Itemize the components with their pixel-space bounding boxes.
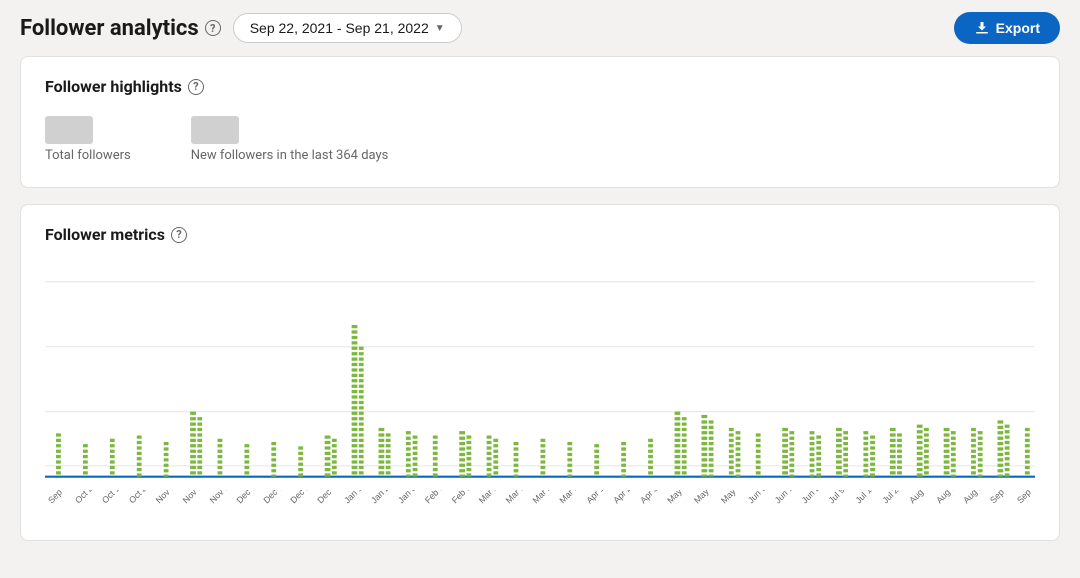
- chart-svg: [45, 260, 1035, 520]
- svg-text:Nov 21: Nov 21: [208, 490, 234, 505]
- highlights-card: Follower highlights ? Total followers Ne…: [20, 56, 1060, 188]
- svg-text:Dec 1: Dec 1: [235, 490, 258, 505]
- svg-text:Nov 1: Nov 1: [154, 490, 177, 505]
- svg-text:Apr 10: Apr 10: [584, 490, 609, 505]
- svg-text:Sep ...: Sep ...: [46, 490, 71, 505]
- svg-text:Oct 22: Oct 22: [127, 490, 152, 505]
- highlights-title: Follower highlights ?: [45, 77, 1035, 96]
- svg-text:May 10: May 10: [665, 490, 692, 505]
- svg-text:Mar 1: Mar 1: [477, 490, 500, 505]
- page-title: Follower analytics ?: [20, 16, 221, 41]
- date-range-button[interactable]: Sep 22, 2021 - Sep 21, 2022 ▼: [233, 13, 462, 43]
- page-header: Follower analytics ? Sep 22, 2021 - Sep …: [0, 0, 1080, 56]
- svg-text:Jun 19: Jun 19: [773, 490, 798, 505]
- follower-metrics-chart: .xl { font-family: -apple-system, BlinkM…: [45, 260, 1035, 520]
- x-axis-text: .xl { font-family: -apple-system, BlinkM…: [45, 490, 1035, 520]
- svg-text:Jan 10: Jan 10: [342, 490, 367, 505]
- export-button[interactable]: Export: [954, 12, 1060, 44]
- total-followers-item: Total followers: [45, 116, 131, 163]
- svg-text:Nov 11: Nov 11: [181, 490, 207, 505]
- svg-text:Oct 2: Oct 2: [73, 490, 95, 505]
- chevron-down-icon: ▼: [435, 23, 445, 34]
- svg-text:May 30: May 30: [719, 490, 746, 505]
- svg-text:Jul 9: Jul 9: [827, 490, 847, 505]
- new-followers-value: [191, 116, 239, 144]
- svg-text:Feb 19: Feb 19: [450, 490, 476, 505]
- metrics-title: Follower metrics ?: [45, 225, 1035, 244]
- svg-text:Apr 20: Apr 20: [611, 490, 636, 505]
- svg-text:Aug 18: Aug 18: [934, 490, 960, 505]
- highlights-help-icon[interactable]: ?: [188, 79, 204, 95]
- svg-text:Mar 21: Mar 21: [531, 490, 557, 505]
- svg-text:Feb 9: Feb 9: [423, 490, 446, 505]
- svg-text:Jan 30: Jan 30: [396, 490, 421, 505]
- svg-text:Dec 11: Dec 11: [261, 490, 287, 505]
- svg-text:May 20: May 20: [692, 490, 719, 505]
- x-axis-labels: .xl { font-family: -apple-system, BlinkM…: [45, 490, 1035, 520]
- svg-text:Apr 30: Apr 30: [638, 490, 663, 505]
- svg-text:Jan 20: Jan 20: [369, 490, 394, 505]
- svg-text:Jun 29: Jun 29: [800, 490, 825, 505]
- svg-text:Oct 12: Oct 12: [100, 490, 125, 505]
- svg-text:Jul 29: Jul 29: [880, 490, 903, 505]
- content-area: Follower highlights ? Total followers Ne…: [0, 56, 1080, 561]
- metrics-card: Follower metrics ?: [20, 204, 1060, 541]
- download-icon: [974, 20, 990, 36]
- svg-text:Mar 31: Mar 31: [558, 490, 584, 505]
- svg-text:Sep 17: Sep 17: [1015, 490, 1035, 505]
- svg-text:Aug 8: Aug 8: [907, 490, 930, 505]
- svg-text:Sep 7: Sep 7: [988, 490, 1011, 505]
- svg-text:Dec 21: Dec 21: [288, 490, 314, 505]
- total-followers-value: [45, 116, 93, 144]
- svg-text:Jun 9: Jun 9: [746, 490, 768, 505]
- new-followers-item: New followers in the last 364 days: [191, 116, 389, 163]
- svg-text:Dec 31: Dec 31: [315, 490, 341, 505]
- new-followers-label: New followers in the last 364 days: [191, 148, 389, 163]
- highlights-row: Total followers New followers in the las…: [45, 112, 1035, 167]
- svg-text:Mar 11: Mar 11: [504, 490, 530, 505]
- metrics-help-icon[interactable]: ?: [171, 227, 187, 243]
- title-help-icon[interactable]: ?: [205, 20, 221, 36]
- svg-text:Jul 19: Jul 19: [854, 490, 877, 505]
- svg-text:Aug 28: Aug 28: [961, 490, 987, 505]
- total-followers-label: Total followers: [45, 148, 131, 163]
